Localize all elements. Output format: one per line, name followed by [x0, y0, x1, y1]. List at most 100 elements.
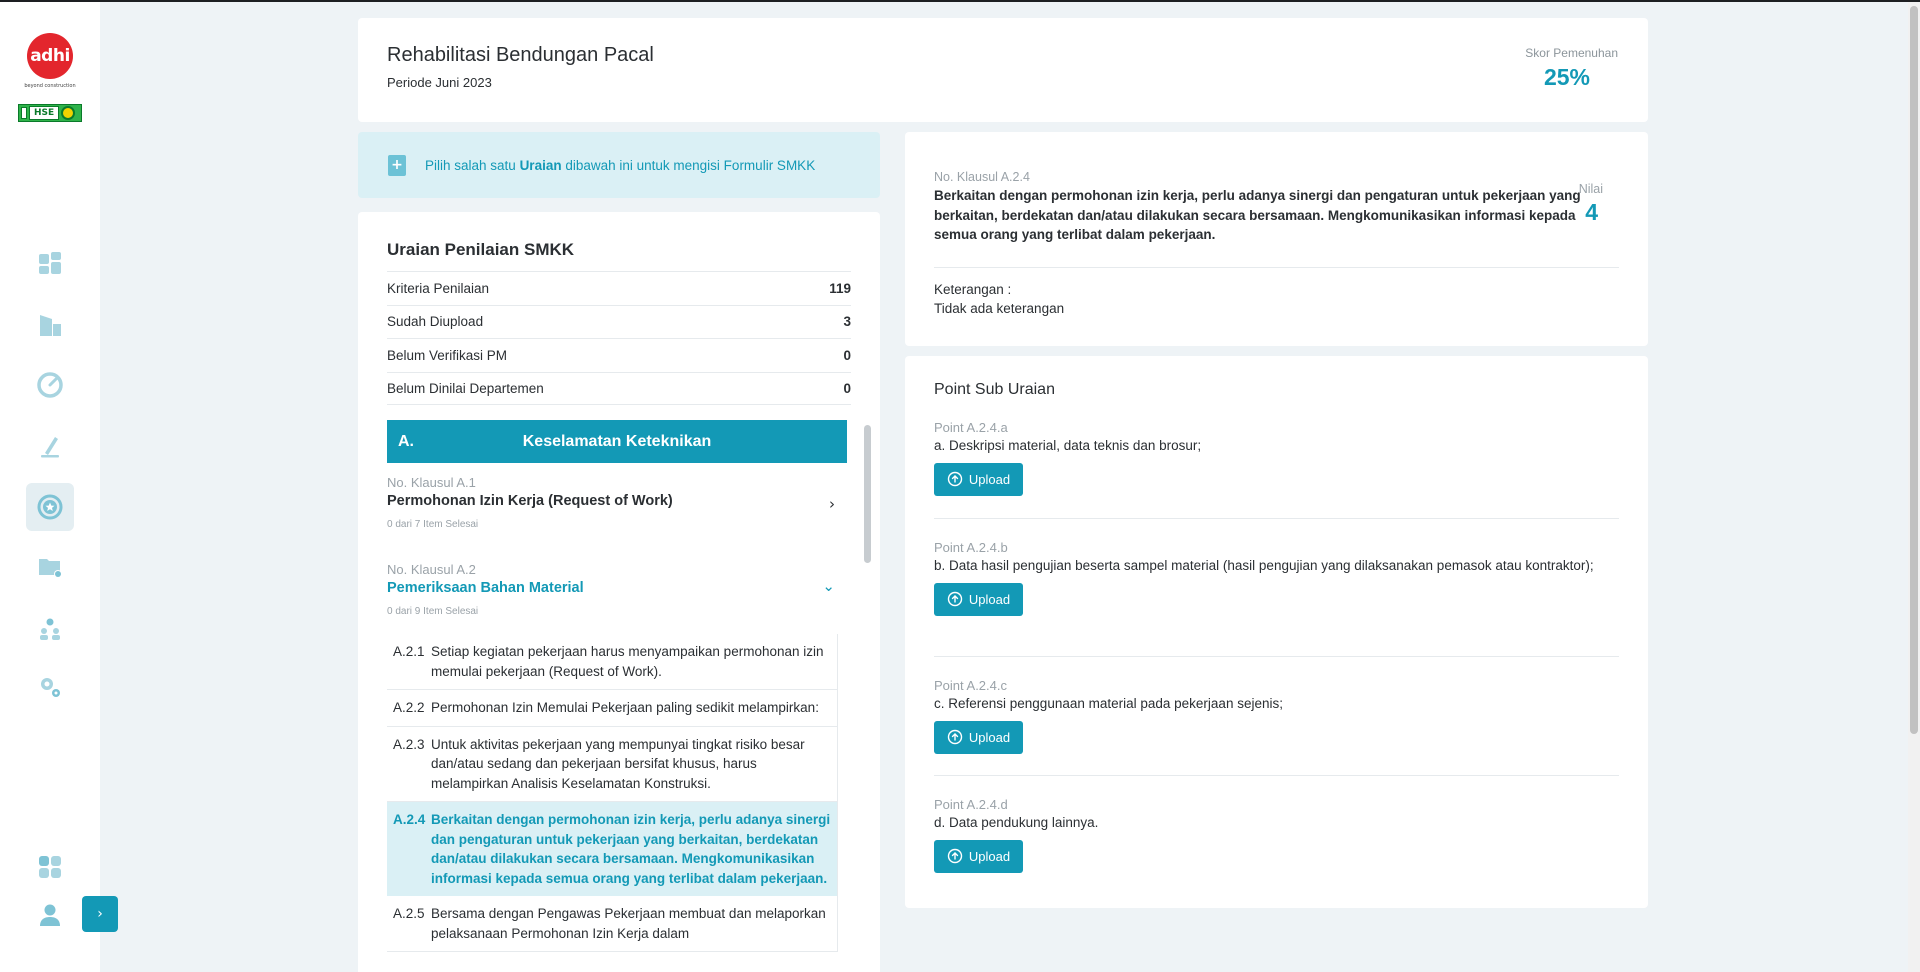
cloud-upload-icon [947, 848, 963, 864]
stat-value: 0 [843, 347, 851, 363]
klausul-detail: No. Klausul A.2.4 Berkaitan dengan permo… [905, 132, 1648, 346]
sub-uraian-list: A.2.1 Setiap kegiatan pekerjaan harus men… [387, 634, 838, 952]
sidebar-item-profile[interactable] [26, 891, 74, 939]
cloud-upload-icon [947, 471, 963, 487]
add-document-icon: + [388, 154, 406, 176]
hse-logo-side [21, 107, 27, 119]
sub-uraian-code: A.2.3 [393, 736, 425, 752]
score-label: Skor Pemenuhan [1525, 46, 1618, 60]
sub-uraian-text: Bersama dengan Pengawas Pekerjaan membua… [431, 906, 826, 941]
detail-klausul-number: No. Klausul A.2.4 [934, 170, 1030, 184]
sub-uraian-text: Untuk aktivitas pekerjaan yang mempunyai… [431, 736, 805, 791]
klausul-item-a1[interactable]: No. Klausul A.1 Permohonan Izin Kerja (R… [387, 475, 847, 551]
point-number: Point A.2.4.d [934, 797, 1008, 812]
sidebar-item-dashboard[interactable] [26, 239, 74, 287]
sidebar-item-users[interactable] [26, 605, 74, 653]
stat-value: 0 [843, 380, 851, 396]
uraian-title: Uraian Penilaian SMKK [387, 240, 575, 259]
klausul-item-a2[interactable]: No. Klausul A.2 Pemeriksaan Bahan Materi… [387, 562, 847, 634]
section-name: Keselamatan Keteknikan [522, 432, 712, 450]
nilai-label: Nilai [1578, 182, 1603, 196]
dashboard-icon [39, 252, 61, 274]
window-top-edge [0, 0, 1920, 2]
upload-button[interactable]: Upload [934, 839, 1023, 873]
uraian-panel: Uraian Penilaian SMKK Kriteria Penilaian… [358, 212, 880, 972]
user-icon [40, 904, 60, 926]
klausul-number: No. Klausul A.2 [387, 562, 476, 577]
stat-value: 119 [829, 280, 851, 296]
sub-uraian-code: A.2.2 [393, 700, 425, 715]
chevron-right-icon: › [829, 495, 835, 513]
point-text: b. Data hasil pengujian beserta sampel m… [934, 558, 1594, 573]
info-text-before: Pilih salah satu [425, 157, 520, 173]
point-item: Point A.2.4.b b. Data hasil pengujian be… [934, 540, 1619, 616]
sub-uraian-text: Permohonan Izin Memulai Pekerjaan paling… [431, 700, 819, 715]
sidebar-item-settings[interactable] [26, 663, 74, 711]
uraian-scrollbar[interactable] [864, 425, 871, 563]
cloud-upload-icon [947, 729, 963, 745]
upload-button[interactable]: Upload [934, 462, 1023, 496]
upload-label: Upload [968, 848, 1011, 864]
star-badge-icon [37, 494, 63, 520]
upload-label: Upload [968, 471, 1011, 487]
stat-label: Belum Dinilai Departemen [387, 380, 544, 396]
sidebar-item-performance[interactable] [26, 361, 74, 409]
sub-uraian-text: Setiap kegiatan pekerjaan harus menyampa… [431, 644, 824, 679]
sub-uraian-item[interactable]: A.2.3 Untuk aktivitas pekerjaan yang memp… [387, 727, 837, 802]
users-settings-icon [40, 618, 60, 640]
sub-uraian-item[interactable]: A.2.1 Setiap kegiatan pekerjaan harus men… [387, 634, 837, 690]
keterangan-value: Tidak ada keterangan [934, 301, 1065, 316]
stat-value: 3 [843, 314, 851, 330]
point-item: Point A.2.4.d d. Data pendukung lainnya.… [934, 797, 1619, 873]
page-scrollbar-thumb[interactable] [1910, 6, 1918, 734]
sidebar-item-smkk[interactable] [26, 483, 74, 531]
logo-text: adhi [30, 46, 70, 66]
point-text: c. Referensi penggunaan material pada pe… [934, 696, 1283, 711]
stat-label: Sudah Diupload [387, 314, 484, 330]
stat-row: Belum Dinilai Departemen 0 [387, 371, 851, 405]
section-header: A. Keselamatan Keteknikan [387, 420, 847, 463]
points-title: Point Sub Uraian [934, 381, 1055, 398]
point-text: d. Data pendukung lainnya. [934, 815, 1099, 830]
point-item: Point A.2.4.c c. Referensi penggunaan ma… [934, 678, 1619, 754]
klausul-progress: 0 dari 9 Item Selesai [387, 606, 479, 617]
sidebar-item-documents[interactable] [26, 543, 74, 591]
project-title: Rehabilitasi Bendungan Pacal [387, 44, 654, 66]
upload-button[interactable]: Upload [934, 720, 1023, 754]
folder-settings-icon [39, 559, 62, 578]
stat-label: Belum Verifikasi PM [387, 347, 508, 363]
gauge-icon [37, 372, 63, 398]
uraian-scroll-area[interactable]: A. Keselamatan Keteknikan No. Klausul A.… [387, 420, 847, 972]
stat-row: Sudah Diupload 3 [387, 304, 851, 339]
sub-uraian-item[interactable]: A.2.5 Bersama dengan Pengawas Pekerjaan m… [387, 896, 837, 952]
sub-uraian-item-selected[interactable]: A.2.4 Berkaitan dengan permohonan izin ke… [387, 802, 837, 896]
stat-row: Belum Verifikasi PM 0 [387, 338, 851, 372]
project-header: Rehabilitasi Bendungan Pacal Periode Jun… [358, 18, 1648, 122]
pen-icon [41, 437, 59, 458]
upload-button[interactable]: Upload [934, 582, 1023, 616]
divider [934, 267, 1619, 268]
divider [934, 775, 1619, 776]
point-item: Point A.2.4.a a. Deskripsi material, dat… [934, 420, 1619, 496]
klausul-title: Permohonan Izin Kerja (Request of Work) [387, 493, 673, 509]
sidebar-item-apps[interactable] [26, 843, 74, 891]
score-value: 25% [1543, 64, 1590, 90]
stat-label: Kriteria Penilaian [387, 280, 490, 296]
point-number: Point A.2.4.b [934, 540, 1008, 555]
info-text-after: dibawah ini untuk mengisi Formulir SMKK [561, 157, 816, 173]
sidebar-item-signature[interactable] [26, 422, 74, 470]
info-text: Pilih salah satu Uraian dibawah ini untu… [425, 158, 815, 173]
project-period: Periode Juni 2023 [387, 75, 492, 90]
sidebar-item-projects[interactable] [26, 301, 74, 349]
stat-row: Kriteria Penilaian 119 [387, 271, 851, 305]
hse-logo: HSE [18, 104, 82, 122]
company-logo[interactable]: adhi [27, 33, 73, 79]
point-number: Point A.2.4.a [934, 420, 1008, 435]
sidebar-toggle-button[interactable]: › [82, 896, 118, 932]
gears-icon [41, 678, 60, 697]
divider [934, 518, 1619, 519]
sub-uraian-item[interactable]: A.2.2 Permohonan Izin Memulai Pekerjaan p… [387, 690, 837, 727]
detail-klausul-text: Berkaitan dengan permohonan izin kerja, … [934, 188, 1581, 242]
cloud-upload-icon [947, 591, 963, 607]
apps-grid-icon [39, 856, 61, 878]
